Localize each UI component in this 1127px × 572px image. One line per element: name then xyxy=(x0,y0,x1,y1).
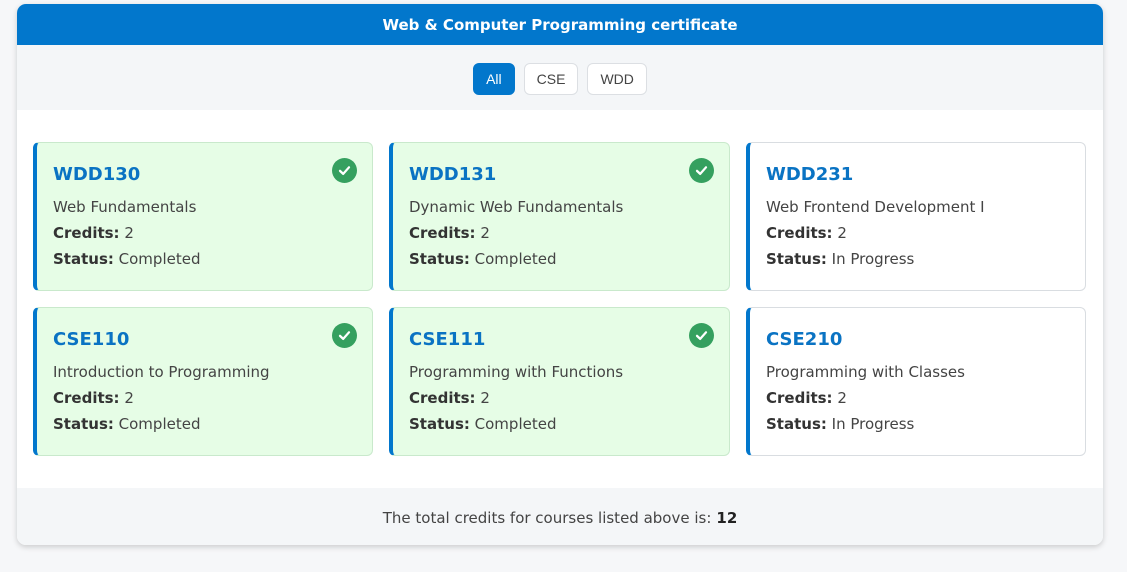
course-card[interactable]: WDD130 Web Fundamentals Credits: 2 Status: … xyxy=(33,142,373,291)
credits-label: Credits: xyxy=(766,389,833,407)
course-status: Status: In Progress xyxy=(766,249,1069,269)
credits-value: 2 xyxy=(480,389,490,407)
status-value: Completed xyxy=(118,415,201,433)
course-card[interactable]: CSE110 Introduction to Programming Credits… xyxy=(33,307,373,456)
course-code: WDD231 xyxy=(766,164,854,185)
check-circle-icon xyxy=(332,158,357,183)
footer-text: The total credits for courses listed abo… xyxy=(382,508,712,527)
course-card[interactable]: CSE210 Programming with Classes Credits: 2… xyxy=(746,307,1086,456)
total-credits: 12 xyxy=(716,508,738,527)
status-label: Status: xyxy=(766,250,827,268)
check-circle-icon xyxy=(332,323,357,348)
course-credits: Credits: 2 xyxy=(409,388,713,408)
course-credits: Credits: 2 xyxy=(766,388,1069,408)
filter-wdd-button[interactable]: WDD xyxy=(587,62,647,95)
course-code: CSE111 xyxy=(409,329,486,350)
credits-value: 2 xyxy=(124,389,134,407)
course-status: Status: Completed xyxy=(409,414,713,434)
credits-value: 2 xyxy=(837,389,847,407)
filter-all-button[interactable]: All xyxy=(473,62,515,95)
course-code: WDD130 xyxy=(53,164,141,185)
panel-header: Web & Computer Programming certificate xyxy=(17,4,1103,45)
status-label: Status: xyxy=(409,250,470,268)
credits-value: 2 xyxy=(837,224,847,242)
status-value: Completed xyxy=(474,415,557,433)
course-name: Programming with Classes xyxy=(766,363,965,381)
status-label: Status: xyxy=(409,415,470,433)
course-status: Status: In Progress xyxy=(766,414,1069,434)
credits-footer: The total credits for courses listed abo… xyxy=(17,488,1103,545)
certificate-panel: Web & Computer Programming certificate A… xyxy=(17,4,1103,545)
course-credits: Credits: 2 xyxy=(53,223,356,243)
status-label: Status: xyxy=(53,415,114,433)
status-label: Status: xyxy=(53,250,114,268)
credits-value: 2 xyxy=(480,224,490,242)
status-value: In Progress xyxy=(831,250,915,268)
course-status: Status: Completed xyxy=(53,249,356,269)
course-code: CSE210 xyxy=(766,329,843,350)
course-credits: Credits: 2 xyxy=(53,388,356,408)
credits-label: Credits: xyxy=(53,389,120,407)
credits-label: Credits: xyxy=(766,224,833,242)
course-status: Status: Completed xyxy=(409,249,713,269)
course-credits: Credits: 2 xyxy=(409,223,713,243)
filter-bar: All CSE WDD xyxy=(17,45,1103,110)
course-name: Dynamic Web Fundamentals xyxy=(409,198,624,216)
course-card[interactable]: WDD131 Dynamic Web Fundamentals Credits: 2… xyxy=(389,142,730,291)
check-circle-icon xyxy=(689,158,714,183)
check-circle-icon xyxy=(689,323,714,348)
panel-title: Web & Computer Programming certificate xyxy=(382,15,738,34)
filter-cse-button[interactable]: CSE xyxy=(523,62,579,95)
course-name: Introduction to Programming xyxy=(53,363,270,381)
course-code: CSE110 xyxy=(53,329,130,350)
course-credits: Credits: 2 xyxy=(766,223,1069,243)
credits-label: Credits: xyxy=(53,224,120,242)
status-value: Completed xyxy=(474,250,557,268)
course-code: WDD131 xyxy=(409,164,497,185)
course-card[interactable]: WDD231 Web Frontend Development I Credits:… xyxy=(746,142,1086,291)
status-value: In Progress xyxy=(831,415,915,433)
status-value: Completed xyxy=(118,250,201,268)
status-label: Status: xyxy=(766,415,827,433)
course-card[interactable]: CSE111 Programming with Functions Credits:… xyxy=(389,307,730,456)
course-name: Web Frontend Development I xyxy=(766,198,985,216)
credits-label: Credits: xyxy=(409,224,476,242)
course-name: Programming with Functions xyxy=(409,363,624,381)
course-grid: WDD130 Web Fundamentals Credits: 2 Status: … xyxy=(33,142,1086,456)
course-name: Web Fundamentals xyxy=(53,198,197,216)
credits-value: 2 xyxy=(124,224,134,242)
credits-label: Credits: xyxy=(409,389,476,407)
course-status: Status: Completed xyxy=(53,414,356,434)
